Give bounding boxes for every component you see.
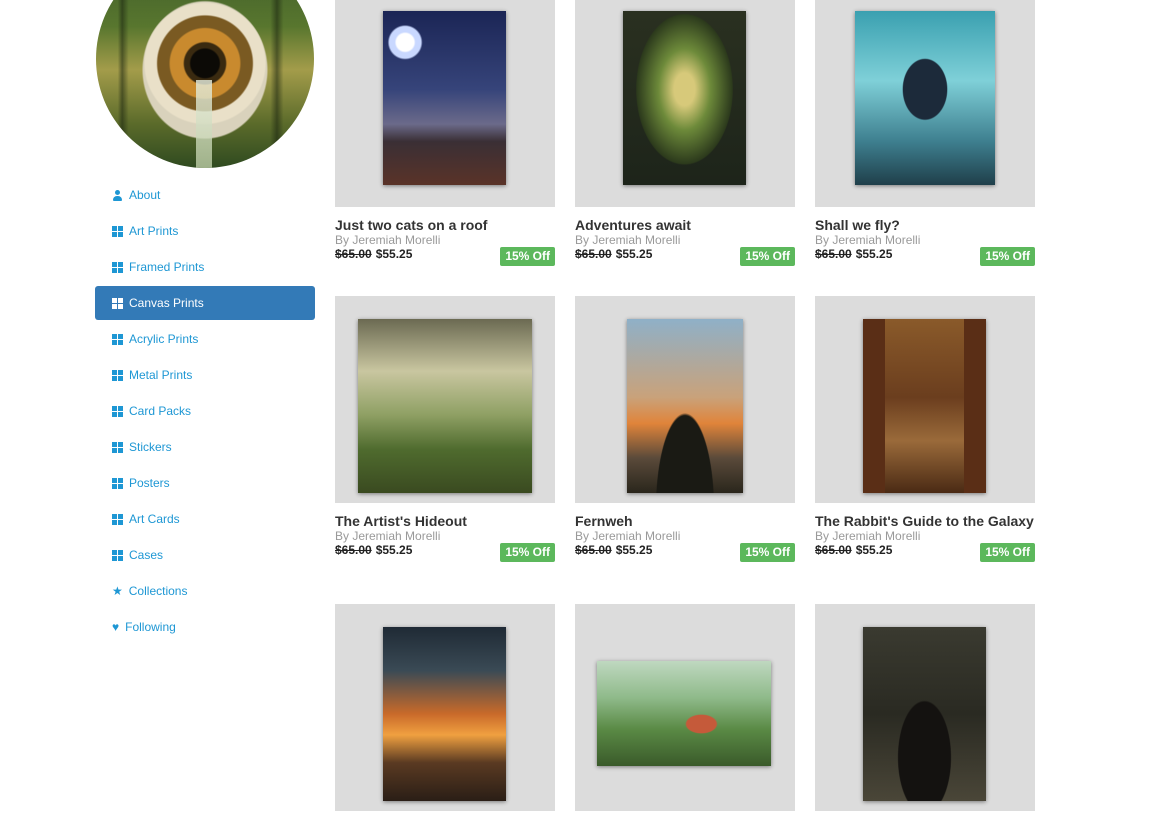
product-thumbnail[interactable] — [575, 0, 795, 207]
discount-badge: 15% Off — [500, 543, 555, 562]
product-price: $65.00 $55.25 — [335, 543, 412, 557]
product-price: $65.00 $55.25 — [335, 247, 412, 261]
sidebar-item-art-cards[interactable]: Art Cards — [95, 502, 315, 536]
sidebar-item-label: Card Packs — [129, 404, 192, 418]
product-price: $65.00 $55.25 — [575, 543, 652, 557]
discount-badge: 15% Off — [500, 247, 555, 266]
product-title[interactable]: Shall we fly? — [815, 217, 900, 233]
original-price: $65.00 — [575, 543, 612, 557]
sale-price: $55.25 — [855, 543, 893, 557]
sidebar-item-stickers[interactable]: Stickers — [95, 430, 315, 464]
sale-price: $55.25 — [855, 247, 893, 261]
product-thumbnail[interactable] — [335, 604, 555, 811]
sidebar-item-following[interactable]: ♥ Following — [95, 610, 315, 644]
artwork-image — [623, 11, 746, 185]
sidebar-item-label: Art Cards — [129, 512, 180, 526]
sidebar-item-about[interactable]: About — [95, 178, 315, 212]
product-thumbnail[interactable] — [815, 296, 1035, 503]
artist-avatar — [96, 0, 314, 168]
grid-icon — [112, 441, 123, 453]
sidebar-item-label: Cases — [129, 548, 164, 562]
product-artist[interactable]: By Jeremiah Morelli — [575, 233, 680, 247]
artwork-image — [855, 11, 995, 185]
sidebar-item-label: Following — [125, 620, 176, 634]
product-title[interactable]: The Artist's Hideout — [335, 513, 467, 529]
product-artist[interactable]: By Jeremiah Morelli — [815, 233, 920, 247]
grid-icon — [112, 513, 123, 525]
product-title[interactable]: Fernweh — [575, 513, 633, 529]
product-thumbnail[interactable] — [815, 0, 1035, 207]
sidebar-item-label: Acrylic Prints — [129, 332, 199, 346]
artwork-image — [627, 319, 743, 493]
product-title[interactable]: Just two cats on a roof — [335, 217, 487, 233]
grid-icon — [112, 405, 123, 417]
grid-icon — [112, 477, 123, 489]
sidebar-item-posters[interactable]: Posters — [95, 466, 315, 500]
sidebar-item-label: Art Prints — [129, 224, 179, 238]
sale-price: $55.25 — [375, 543, 413, 557]
star-icon: ★ — [112, 583, 123, 598]
grid-icon — [112, 549, 123, 561]
artwork-image — [383, 11, 506, 185]
product-title[interactable]: Adventures await — [575, 217, 691, 233]
sidebar-item-label: Collections — [128, 584, 188, 598]
discount-badge: 15% Off — [740, 247, 795, 266]
original-price: $65.00 — [815, 543, 852, 557]
artwork-image — [597, 661, 771, 766]
product-title[interactable]: The Rabbit's Guide to the Galaxy — [815, 513, 1034, 529]
original-price: $65.00 — [815, 247, 852, 261]
grid-icon — [112, 369, 123, 381]
product-thumbnail[interactable] — [335, 0, 555, 207]
sidebar-item-label: About — [129, 188, 161, 202]
product-artist[interactable]: By Jeremiah Morelli — [335, 529, 440, 543]
product-artist[interactable]: By Jeremiah Morelli — [575, 529, 680, 543]
sidebar-nav: About Art Prints Framed Prints Canvas Pr… — [95, 178, 315, 646]
product-thumbnail[interactable] — [815, 604, 1035, 811]
sidebar-item-label: Canvas Prints — [129, 296, 204, 310]
sidebar-item-canvas-prints[interactable]: Canvas Prints — [95, 286, 315, 320]
artwork-image — [863, 627, 986, 801]
artwork-image — [358, 319, 532, 493]
sidebar-item-label: Posters — [129, 476, 170, 490]
product-thumbnail[interactable] — [575, 604, 795, 811]
discount-badge: 15% Off — [740, 543, 795, 562]
sale-price: $55.25 — [615, 247, 653, 261]
sidebar-item-collections[interactable]: ★ Collections — [95, 574, 315, 608]
grid-icon — [112, 261, 123, 273]
product-price: $65.00 $55.25 — [575, 247, 652, 261]
original-price: $65.00 — [335, 543, 372, 557]
original-price: $65.00 — [575, 247, 612, 261]
artwork-image — [863, 319, 986, 493]
product-artist[interactable]: By Jeremiah Morelli — [335, 233, 440, 247]
sidebar-item-framed-prints[interactable]: Framed Prints — [95, 250, 315, 284]
original-price: $65.00 — [335, 247, 372, 261]
grid-icon — [112, 225, 123, 237]
sale-price: $55.25 — [615, 543, 653, 557]
sidebar-item-metal-prints[interactable]: Metal Prints — [95, 358, 315, 392]
product-price: $65.00 $55.25 — [815, 247, 892, 261]
product-artist[interactable]: By Jeremiah Morelli — [815, 529, 920, 543]
sidebar-item-label: Metal Prints — [129, 368, 193, 382]
user-icon — [112, 189, 123, 201]
sidebar-item-card-packs[interactable]: Card Packs — [95, 394, 315, 428]
sidebar-item-art-prints[interactable]: Art Prints — [95, 214, 315, 248]
product-thumbnail[interactable] — [335, 296, 555, 503]
discount-badge: 15% Off — [980, 543, 1035, 562]
sidebar-item-label: Framed Prints — [129, 260, 205, 274]
heart-icon: ♥ — [112, 619, 120, 634]
artwork-image — [383, 627, 506, 801]
discount-badge: 15% Off — [980, 247, 1035, 266]
product-thumbnail[interactable] — [575, 296, 795, 503]
grid-icon — [112, 333, 123, 345]
grid-icon — [112, 297, 123, 309]
sale-price: $55.25 — [375, 247, 413, 261]
sidebar-item-label: Stickers — [129, 440, 172, 454]
sidebar-item-cases[interactable]: Cases — [95, 538, 315, 572]
sidebar-item-acrylic-prints[interactable]: Acrylic Prints — [95, 322, 315, 356]
product-price: $65.00 $55.25 — [815, 543, 892, 557]
